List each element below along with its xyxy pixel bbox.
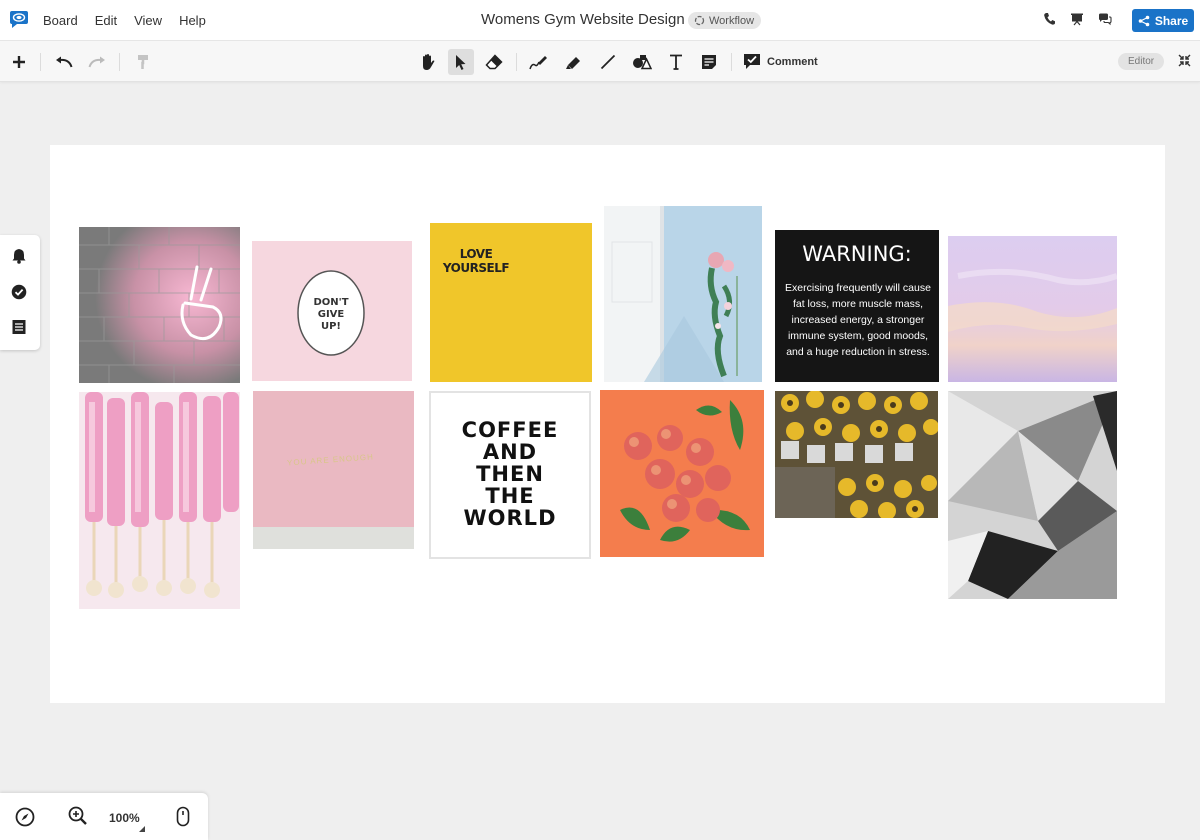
menu-edit[interactable]: Edit <box>95 13 117 28</box>
undo-button[interactable] <box>51 49 77 75</box>
toolbar-divider <box>516 53 517 71</box>
checkmark-circle-icon[interactable] <box>11 284 27 300</box>
peaches-image[interactable] <box>600 390 764 557</box>
love-yourself-text: LOVE YOURSELF <box>442 247 510 275</box>
share-icon <box>1138 15 1150 26</box>
comment-label: Comment <box>767 55 818 68</box>
toolbar-divider <box>119 53 120 71</box>
zoom-in-icon[interactable] <box>68 806 88 826</box>
you-are-enough-wall-image[interactable]: YOU ARE ENOUGH <box>253 391 414 549</box>
line-tool-button[interactable] <box>595 49 621 75</box>
pan-tool-button[interactable] <box>415 49 441 75</box>
board-title[interactable]: Womens Gym Website Design <box>481 11 685 28</box>
rock-candy-illustration <box>79 392 240 609</box>
fullscreen-button[interactable] <box>1178 54 1191 72</box>
text-icon <box>670 54 682 70</box>
main-menu: Board Edit View Help <box>43 13 223 28</box>
mouse-icon[interactable] <box>176 806 190 827</box>
phone-icon[interactable] <box>1043 12 1056 26</box>
redo-icon <box>88 56 105 68</box>
workflow-icon <box>694 15 705 26</box>
app-logo-icon[interactable] <box>8 10 30 30</box>
document-list-icon[interactable] <box>11 319 27 335</box>
zoom-level[interactable]: 100% <box>109 811 140 825</box>
chat-icon[interactable] <box>1098 12 1112 26</box>
editor-role-badge[interactable]: Editor <box>1118 53 1165 70</box>
share-button[interactable]: Share <box>1132 9 1194 32</box>
eraser-icon <box>485 54 503 70</box>
dont-give-up-text: DON'T GIVE UP! <box>313 297 349 332</box>
undo-icon <box>56 56 73 68</box>
highlighter-tool-button[interactable] <box>561 49 587 75</box>
line-icon <box>600 54 616 70</box>
neon-peace-sign-image[interactable] <box>79 227 240 383</box>
flowers-window-image[interactable] <box>604 206 762 382</box>
plus-icon <box>13 56 25 68</box>
sticky-note-tool-button[interactable] <box>696 49 722 75</box>
toolbar: Comment <box>0 41 1200 82</box>
redo-button[interactable] <box>84 49 110 75</box>
toolbar-divider <box>731 53 732 71</box>
text-tool-button[interactable] <box>663 49 689 75</box>
compass-icon[interactable] <box>15 807 35 827</box>
you-are-enough-text: YOU ARE ENOUGH <box>286 452 375 468</box>
share-label: Share <box>1154 13 1189 28</box>
comment-icon <box>744 54 760 69</box>
shape-tool-button[interactable] <box>629 49 655 75</box>
coffee-then-world-image[interactable]: COFFEE AND THEN THE WORLD <box>429 391 591 559</box>
dont-give-up-image[interactable]: DON'T GIVE UP! <box>252 241 412 381</box>
love-yourself-image[interactable]: LOVE YOURSELF <box>430 223 592 382</box>
zoom-bar: 100% <box>0 793 208 840</box>
neon-peace-illustration <box>79 227 240 383</box>
menu-board[interactable]: Board <box>43 13 78 28</box>
add-button[interactable] <box>6 49 32 75</box>
sunflowers-illustration <box>775 391 938 518</box>
warning-title: WARNING: <box>802 242 912 266</box>
hand-icon <box>423 54 435 70</box>
coffee-then-world-text: COFFEE AND THEN THE WORLD <box>461 418 559 530</box>
toolbar-divider <box>40 53 41 71</box>
sidewalk <box>253 527 414 549</box>
paint-roller-icon <box>138 55 148 69</box>
menu-bar: Board Edit View Help Womens Gym Website … <box>0 0 1200 41</box>
workflow-badge[interactable]: Workflow <box>688 12 762 29</box>
shapes-icon <box>633 55 652 70</box>
pen-icon <box>529 56 547 70</box>
select-tool-button[interactable] <box>448 49 474 75</box>
board-canvas[interactable]: DON'T GIVE UP! LOVE YOURSELF WARNING: Ex… <box>50 145 1165 703</box>
peaches-illustration <box>600 390 764 557</box>
menu-view[interactable]: View <box>134 13 162 28</box>
bell-icon[interactable] <box>11 248 27 264</box>
pastel-sky-illustration <box>948 236 1117 382</box>
presentation-icon[interactable] <box>1070 12 1084 26</box>
warning-quote-image[interactable]: WARNING: Exercising frequently will caus… <box>775 230 939 382</box>
side-panel <box>0 235 40 350</box>
pen-tool-button[interactable] <box>526 49 552 75</box>
sunflowers-image[interactable] <box>775 391 938 518</box>
comment-button[interactable]: Comment <box>743 53 818 70</box>
eraser-tool-button[interactable] <box>481 49 507 75</box>
format-painter-button[interactable] <box>130 49 156 75</box>
collapse-icon <box>1178 54 1191 67</box>
zoom-dropdown-icon[interactable] <box>139 826 145 832</box>
warning-body-text: Exercising frequently will cause fat los… <box>785 282 931 358</box>
highlighter-icon <box>566 57 580 69</box>
sticky-note-icon <box>702 55 716 69</box>
pastel-sky-image[interactable] <box>948 236 1117 382</box>
top-right-icons <box>1043 12 1112 26</box>
flowers-window-illustration <box>604 206 762 382</box>
workflow-label: Workflow <box>709 14 755 27</box>
geometric-abstract-illustration <box>948 391 1117 599</box>
rock-candy-image[interactable] <box>79 392 240 609</box>
cursor-arrow-icon <box>456 54 466 70</box>
geometric-abstract-image[interactable] <box>948 391 1117 599</box>
menu-help[interactable]: Help <box>179 13 206 28</box>
